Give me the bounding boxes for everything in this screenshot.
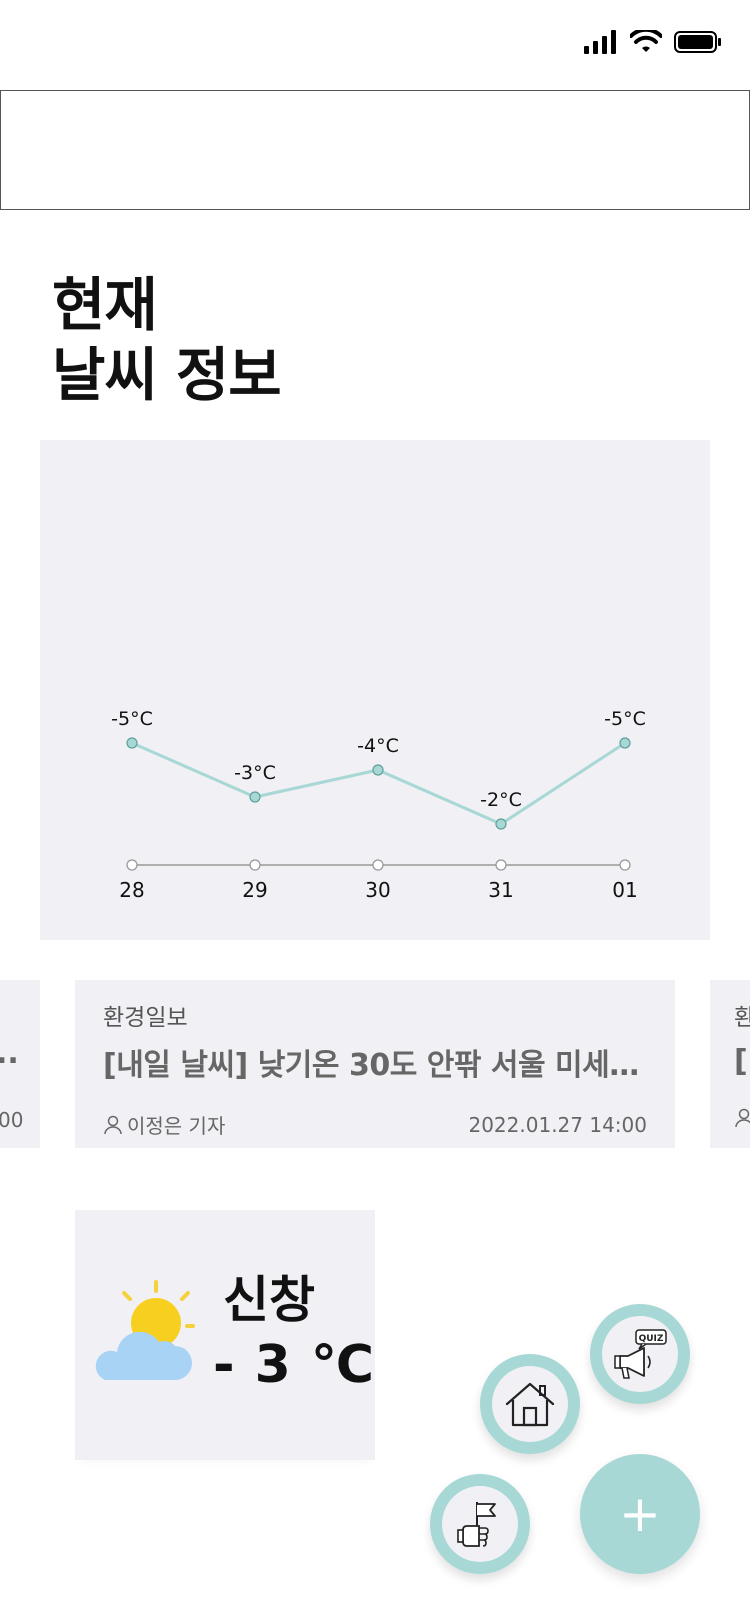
home-button[interactable] [480, 1354, 580, 1454]
data-label: -4°C [357, 735, 399, 757]
data-point [126, 737, 138, 749]
data-label: -3°C [234, 762, 276, 784]
data-point [249, 791, 261, 803]
page-title-line1: 현재 [52, 271, 158, 339]
news-meta: 이정은 기자 2022.01.27 14:00 [103, 1110, 647, 1139]
x-axis-tick-marker [249, 859, 261, 871]
x-tick-label: 28 [119, 878, 144, 902]
x-axis-tick-marker [126, 859, 138, 871]
news-card[interactable]: 환경일보 [내일 날씨] 낮기온 30도 안팎 서울 미세먼지... 이정은 기… [75, 980, 675, 1148]
news-card-next[interactable]: 환 [내 [710, 980, 750, 1148]
news-card-previous[interactable]: .. 00 [0, 980, 40, 1148]
news-title: [내일 날씨] 낮기온 30도 안팎 서울 미세먼지... [103, 1048, 647, 1083]
x-axis-tick-marker [372, 859, 384, 871]
x-tick-label: 30 [365, 878, 390, 902]
data-point [619, 737, 631, 749]
news-peek-time: 00 [0, 1108, 24, 1132]
home-icon [505, 1382, 555, 1427]
partly-cloudy-icon [95, 1280, 195, 1380]
battery-icon [674, 31, 721, 53]
x-tick-label: 31 [488, 878, 513, 902]
add-button[interactable]: + [580, 1454, 700, 1574]
current-weather-card[interactable]: 신창 - 3 ℃ [75, 1210, 375, 1460]
x-tick-label: 01 [612, 878, 637, 902]
quiz-button-inner: QUIZ [602, 1316, 678, 1392]
status-icons [584, 30, 722, 54]
status-bar [0, 0, 750, 90]
banner[interactable] [0, 90, 750, 210]
x-axis-tick-marker [495, 859, 507, 871]
x-tick-label: 29 [242, 878, 267, 902]
news-peek-title: [내 [734, 1044, 750, 1079]
weather-temperature: - 3 ℃ [213, 1335, 375, 1395]
wifi-icon [630, 30, 662, 52]
news-peek-ellipsis: .. [0, 1036, 19, 1071]
quiz-label: QUIZ [639, 1334, 664, 1344]
temperature-chart: 28 29 30 31 01 -5°C -3°C -4°C -2°C -5°C [111, 708, 646, 902]
plus-icon: + [619, 1485, 661, 1543]
signal-icon [584, 30, 616, 54]
x-axis-tick-marker [619, 859, 631, 871]
home-button-inner [492, 1366, 568, 1442]
page-title: 현재 날씨 정보 [52, 270, 282, 410]
data-label: -5°C [604, 708, 646, 730]
hand-flag-icon [457, 1502, 496, 1547]
data-point [372, 764, 384, 776]
user-icon [104, 1115, 122, 1134]
vote-button[interactable] [430, 1474, 530, 1574]
vote-button-inner [442, 1486, 518, 1562]
page-title-line2: 날씨 정보 [52, 341, 282, 409]
data-point [495, 818, 507, 830]
data-label: -5°C [111, 708, 153, 730]
news-author-name: 이정은 기자 [127, 1114, 226, 1138]
news-peek-source: 환 [734, 1005, 750, 1031]
news-source: 환경일보 [103, 1005, 188, 1031]
quiz-button[interactable]: QUIZ [590, 1304, 690, 1404]
news-author: 이정은 기자 [103, 1110, 225, 1139]
data-label: -2°C [480, 789, 522, 811]
news-datetime: 2022.01.27 14:00 [468, 1112, 647, 1137]
weather-city: 신창 [223, 1271, 315, 1329]
user-icon [735, 1108, 750, 1128]
megaphone-quiz-icon: QUIZ [614, 1329, 667, 1379]
temperature-chart-card: 28 29 30 31 01 -5°C -3°C -4°C -2°C -5°C [40, 440, 710, 940]
